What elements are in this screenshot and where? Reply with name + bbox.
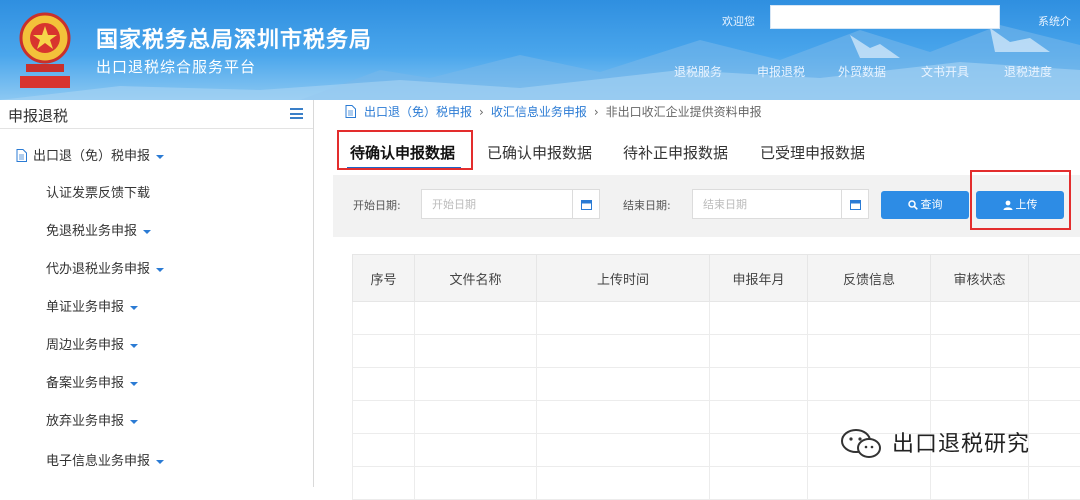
sidebar-item-peripheral[interactable]: 周边业务申报	[46, 334, 138, 353]
sidebar-item-export-declaration[interactable]: 出口退（免）税申报	[16, 145, 164, 164]
sidebar-item-label: 电子信息业务申报	[46, 454, 150, 469]
filter-bar: 开始日期: 结束日期: 查询 上传	[333, 175, 1080, 237]
active-tab-indicator	[347, 167, 461, 170]
tab-pending-correction[interactable]: 待补正申报数据	[623, 142, 728, 163]
table-header-row: 序号 文件名称 上传时间 申报年月 反馈信息 审核状态	[353, 255, 1080, 302]
end-date-label: 结束日期:	[623, 197, 671, 213]
start-date-calendar-button[interactable]	[572, 189, 600, 219]
sidebar-item-exempt-refund[interactable]: 免退税业务申报	[46, 220, 151, 239]
page-header: 国家税务总局深圳市税务局 出口退税综合服务平台 欢迎您 系统介 退税服务 申报退…	[0, 0, 1080, 100]
end-date-calendar-button[interactable]	[841, 189, 869, 219]
end-date-input[interactable]	[692, 189, 842, 219]
sidebar-item-label: 免退税业务申报	[46, 224, 137, 239]
sidebar-item-label: 出口退（免）税申报	[33, 149, 150, 164]
column-header-review-status: 审核状态	[931, 255, 1029, 302]
sidebar-item-filing[interactable]: 备案业务申报	[46, 372, 138, 391]
column-header-period: 申报年月	[710, 255, 808, 302]
top-nav-item[interactable]: 退税进度	[1004, 63, 1052, 80]
sidebar-item-e-info[interactable]: 电子信息业务申报	[46, 450, 164, 469]
sidebar-item-label: 周边业务申报	[46, 338, 124, 353]
welcome-label: 欢迎您	[722, 13, 755, 29]
column-header-upload-time: 上传时间	[537, 255, 710, 302]
breadcrumb-current: 非出口收汇企业提供资料申报	[606, 105, 762, 119]
top-nav-item[interactable]: 文书开具	[921, 63, 969, 80]
tab-confirmed[interactable]: 已确认申报数据	[487, 142, 592, 163]
menu-toggle-icon[interactable]	[290, 108, 303, 119]
chevron-down-icon	[130, 382, 138, 386]
sidebar-item-label: 单证业务申报	[46, 300, 124, 315]
start-date-input[interactable]	[421, 189, 573, 219]
calendar-icon	[850, 199, 861, 210]
sidebar-item-invoice-feedback[interactable]: 认证发票反馈下载	[46, 182, 150, 201]
tab-bar: 待确认申报数据 已确认申报数据 待补正申报数据 已受理申报数据	[337, 126, 1080, 174]
chevron-down-icon	[156, 268, 164, 272]
sidebar: 申报退税 出口退（免）税申报 认证发票反馈下载 免退税业务申报 代办退税业务申报…	[0, 100, 314, 487]
sidebar-item-label: 认证发票反馈下载	[46, 186, 150, 201]
document-icon	[345, 105, 356, 118]
sidebar-item-agent-refund[interactable]: 代办退税业务申报	[46, 258, 164, 277]
query-button[interactable]: 查询	[881, 191, 969, 219]
watermark: 出口退税研究	[840, 424, 1070, 460]
chevron-down-icon	[130, 344, 138, 348]
calendar-icon	[581, 199, 592, 210]
tax-emblem-logo	[14, 8, 76, 90]
site-title: 国家税务总局深圳市税务局	[96, 22, 372, 54]
top-nav-item[interactable]: 退税服务	[674, 63, 722, 80]
document-icon	[16, 149, 27, 162]
search-icon	[908, 200, 918, 210]
column-header-filename: 文件名称	[415, 255, 537, 302]
table-row	[353, 302, 1080, 335]
chevron-right-icon: ›	[594, 105, 599, 119]
top-nav-item[interactable]: 申报退税	[757, 63, 805, 80]
breadcrumb-link[interactable]: 出口退（免）税申报	[364, 105, 472, 119]
column-header-extra	[1029, 255, 1080, 302]
sidebar-header: 申报退税	[0, 100, 313, 129]
sidebar-item-label: 放弃业务申报	[46, 414, 124, 429]
chevron-down-icon	[130, 420, 138, 424]
user-name-field	[770, 5, 1000, 29]
upload-button[interactable]: 上传	[976, 191, 1064, 219]
sidebar-item-document[interactable]: 单证业务申报	[46, 296, 138, 315]
watermark-text: 出口退税研究	[892, 426, 1030, 458]
breadcrumb-link[interactable]: 收汇信息业务申报	[491, 105, 587, 119]
wechat-icon	[840, 428, 884, 460]
chevron-down-icon	[156, 155, 164, 159]
chevron-right-icon: ›	[479, 105, 484, 119]
query-button-label: 查询	[921, 198, 943, 211]
sidebar-item-waiver[interactable]: 放弃业务申报	[46, 410, 138, 429]
table-row	[353, 467, 1080, 500]
chevron-down-icon	[143, 230, 151, 234]
sidebar-item-label: 备案业务申报	[46, 376, 124, 391]
chevron-down-icon	[130, 306, 138, 310]
tab-pending-confirm[interactable]: 待确认申报数据	[350, 142, 455, 163]
sidebar-item-label: 代办退税业务申报	[46, 262, 150, 277]
start-date-label: 开始日期:	[353, 197, 401, 213]
table-row	[353, 335, 1080, 368]
breadcrumb: 出口退（免）税申报 › 收汇信息业务申报 › 非出口收汇企业提供资料申报	[345, 103, 762, 119]
upload-button-label: 上传	[1016, 198, 1038, 211]
system-link[interactable]: 系统介	[1038, 13, 1071, 29]
column-header-index: 序号	[353, 255, 415, 302]
user-upload-icon	[1003, 200, 1013, 210]
tab-accepted[interactable]: 已受理申报数据	[760, 142, 865, 163]
chevron-down-icon	[156, 460, 164, 464]
column-header-feedback: 反馈信息	[808, 255, 931, 302]
site-subtitle: 出口退税综合服务平台	[96, 56, 256, 77]
sidebar-title: 申报退税	[8, 105, 68, 126]
top-nav-item[interactable]: 外贸数据	[838, 63, 886, 80]
table-row	[353, 368, 1080, 401]
